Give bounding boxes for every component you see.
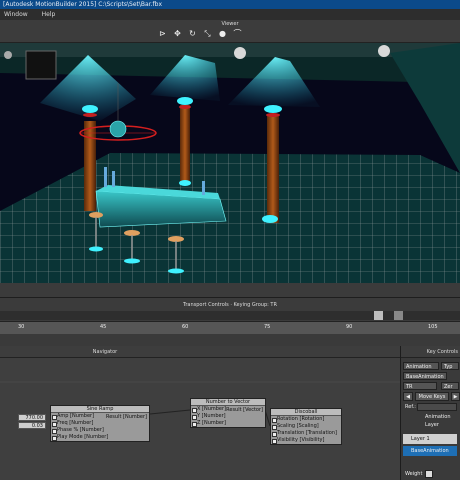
ref-label: Ref.:: [405, 404, 416, 410]
sine-ramp-title: Sine Ramp: [51, 406, 149, 413]
sine-ramp-input[interactable]: Play Mode [Number]: [51, 434, 149, 441]
timeline-bar[interactable]: [0, 311, 460, 320]
ntv-output[interactable]: Result [Vector]: [226, 407, 263, 413]
ntv-input[interactable]: Y [Number]: [191, 413, 265, 420]
menu-help[interactable]: Help: [42, 11, 56, 18]
number-to-vector-title: Number to Vector: [191, 399, 265, 406]
transport-title: Transport Controls · Keying Group: TR: [183, 302, 277, 308]
key-controls-panel: Key Controls Animation Typ BaseAnimation…: [400, 346, 460, 480]
time-ruler[interactable]: 30 45 60 75 90 105: [0, 321, 460, 334]
menu-bar: Window Help: [0, 9, 460, 20]
sine-ramp-output[interactable]: Result [Number]: [106, 414, 147, 420]
arc-icon[interactable]: ⌒: [233, 29, 242, 38]
weight-label: Weight: [405, 471, 423, 477]
window-title: [Autodesk MotionBuilder 2015] C:\Scripts…: [3, 1, 163, 8]
animation-label: Animation: [403, 362, 439, 370]
freq-value[interactable]: 0.03: [18, 422, 46, 429]
discoball-input[interactable]: Scaling [Scaling]: [271, 423, 341, 430]
discoball-input[interactable]: Rotation [Rotation]: [271, 416, 341, 423]
layer-item-selected[interactable]: BaseAnimation: [403, 446, 457, 456]
ref-field[interactable]: [417, 403, 457, 411]
viewer-header: Viewer ⊳ ✥ ↻ ⤡ ● ⌒: [0, 20, 460, 43]
rotate-icon[interactable]: ↻: [188, 29, 197, 38]
ruler-tick: 60: [182, 324, 189, 330]
ruler-tick: 45: [100, 324, 107, 330]
type-label: Typ: [441, 362, 459, 370]
ruler-tick: 30: [18, 324, 25, 330]
sine-ramp-node[interactable]: Sine Ramp Amp [Number] Freq [Number] Pha…: [50, 405, 150, 442]
key-controls-title: Key Controls: [401, 346, 460, 358]
transport-controls: Transport Controls · Keying Group: TR 30…: [0, 297, 460, 334]
animation-layers-label: Animation Layer: [425, 414, 451, 428]
sine-ramp-input[interactable]: Freq [Number]: [51, 420, 149, 427]
window-title-bar: [Autodesk MotionBuilder 2015] C:\Scripts…: [0, 0, 460, 9]
discoball-input[interactable]: Visibility [Visibility]: [271, 437, 341, 444]
weight-field[interactable]: [425, 470, 433, 478]
move-icon[interactable]: ✥: [173, 29, 182, 38]
scene-render: [0, 43, 460, 297]
dot-icon[interactable]: ●: [218, 29, 227, 38]
sine-ramp-input[interactable]: Phase % [Number]: [51, 427, 149, 434]
animation-dropdown[interactable]: BaseAnimation: [403, 372, 447, 380]
keying-mode-dropdown[interactable]: TR: [403, 382, 437, 390]
relation-graph[interactable]: 770.00 0.03 Sine Ramp Amp [Number] Freq …: [0, 358, 400, 480]
zero-dropdown[interactable]: Zer: [441, 382, 459, 390]
select-icon[interactable]: ⊳: [158, 29, 167, 38]
number-to-vector-node[interactable]: Number to Vector X [Number] Y [Number] Z…: [190, 398, 266, 428]
current-frame-indicator[interactable]: [374, 311, 383, 320]
discoball-node[interactable]: Discoball Rotation [Rotation] Scaling [S…: [270, 408, 342, 445]
navigator-header: Navigator: [0, 346, 400, 358]
ntv-input[interactable]: Z [Number]: [191, 420, 265, 427]
prev-key-button[interactable]: ◀: [403, 392, 413, 401]
viewport-3d[interactable]: [0, 43, 460, 297]
ruler-tick: 105: [428, 324, 438, 330]
next-key-button[interactable]: ▶: [451, 392, 460, 401]
play-button[interactable]: [394, 311, 403, 320]
navigator-title: Navigator: [92, 349, 118, 355]
discoball-title: Discoball: [271, 409, 341, 416]
ruler-tick: 90: [346, 324, 353, 330]
scale-icon[interactable]: ⤡: [203, 29, 212, 38]
viewer-toolbar: ⊳ ✥ ↻ ⤡ ● ⌒: [158, 29, 242, 38]
amp-value[interactable]: 770.00: [18, 414, 46, 421]
viewer-title: Viewer: [221, 21, 239, 27]
menu-window[interactable]: Window: [4, 11, 28, 18]
discoball-input[interactable]: Translation [Translation]: [271, 430, 341, 437]
ruler-tick: 75: [264, 324, 271, 330]
move-keys-button[interactable]: Move Keys: [415, 392, 449, 401]
layer-item[interactable]: Layer 1: [403, 434, 457, 444]
